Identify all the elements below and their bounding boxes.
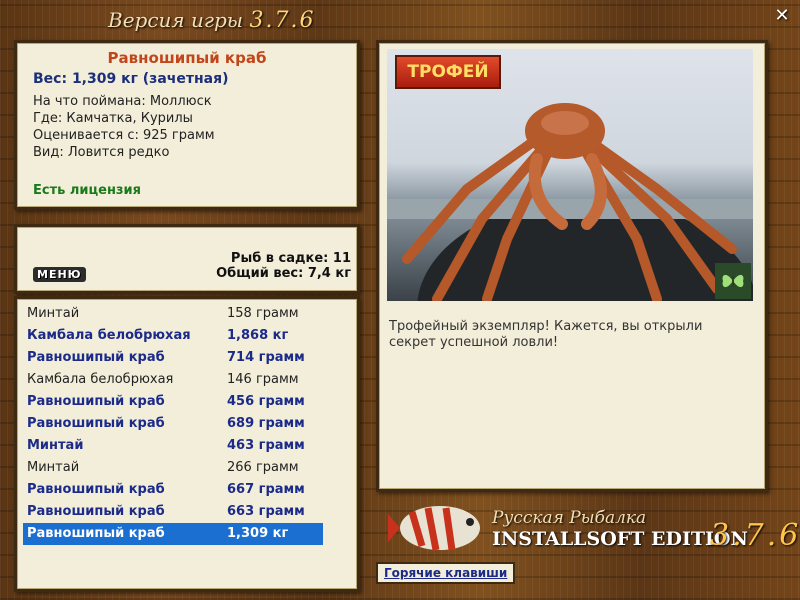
fish-count: Рыб в садке: 11	[230, 251, 351, 266]
catch-name: Минтай	[27, 438, 84, 453]
fish-logo-icon	[388, 506, 480, 551]
hotkeys-link[interactable]: Горячие клавиши	[376, 562, 516, 584]
catch-name: Равношипый краб	[27, 350, 165, 365]
brand-logo: Русская Рыбалка INSTALLSOFT EDITION 3.7.…	[380, 488, 800, 568]
catch-row[interactable]: Равношипый краб 689 грамм	[23, 413, 323, 435]
catch-weight: 158 грамм	[227, 306, 299, 321]
title-version: 3.7.6	[249, 8, 316, 33]
catch-row[interactable]: Равношипый краб 667 грамм	[23, 479, 323, 501]
catch-stats: Рыб в садке: 11 Общий вес: 7,4 кг	[216, 251, 351, 281]
fish-weight: Вес: 1,309 кг (зачетная)	[33, 71, 229, 87]
catch-list: Минтай 158 грамм Камбала белобрюхая 1,868 к…	[14, 296, 360, 592]
catch-weight: 463 грамм	[227, 438, 305, 453]
license-status: Есть лицензия	[33, 183, 141, 198]
info-rated-from: Оценивается с: 925 грамм	[33, 128, 215, 143]
butterfly-icon[interactable]	[715, 263, 751, 299]
title-prefix: Версия игры	[108, 8, 244, 32]
window-title: Версия игры 3.7.6	[108, 8, 315, 36]
catch-row[interactable]: Равношипый краб 456 грамм	[23, 391, 323, 413]
catch-name: Минтай	[27, 306, 80, 321]
fish-info-panel: Равношипый краб Вес: 1,309 кг (зачетная)…	[14, 40, 360, 210]
catch-weight: 714 грамм	[227, 350, 305, 365]
catch-name: Камбала белобрюхая	[27, 328, 191, 343]
catch-weight: 1,309 кг	[227, 526, 289, 541]
catch-row[interactable]: Минтай 158 грамм	[23, 303, 323, 325]
catch-name: Минтай	[27, 460, 80, 475]
catch-name: Равношипый краб	[27, 416, 165, 431]
catch-weight: 266 грамм	[227, 460, 299, 475]
catch-name: Равношипый краб	[27, 504, 165, 519]
fish-name: Равношипый краб	[107, 49, 267, 67]
brand-version: 3.7.6	[710, 518, 800, 553]
catch-row[interactable]: Камбала белобрюхая 146 грамм	[23, 369, 323, 391]
catch-row[interactable]: Камбала белобрюхая 1,868 кг	[23, 325, 323, 347]
catch-name: Равношипый краб	[27, 526, 165, 541]
catch-weight: 663 грамм	[227, 504, 305, 519]
brand-line1: Русская Рыбалка	[492, 508, 647, 528]
menu-panel: МЕНЮ Рыб в садке: 11 Общий вес: 7,4 кг	[14, 224, 360, 294]
catch-weight: 1,868 кг	[227, 328, 289, 343]
catch-row[interactable]: Минтай 266 грамм	[23, 457, 323, 479]
catch-row[interactable]: Минтай 463 грамм	[23, 435, 323, 457]
catch-weight: 689 грамм	[227, 416, 305, 431]
info-location: Где: Камчатка, Курилы	[33, 111, 193, 126]
catch-name: Равношипый краб	[27, 482, 165, 497]
catch-weight: 667 грамм	[227, 482, 305, 497]
catch-weight: 146 грамм	[227, 372, 299, 387]
catch-row[interactable]: Равношипый краб 663 грамм	[23, 501, 323, 523]
info-rarity: Вид: Ловится редко	[33, 145, 170, 160]
info-bait: На что поймана: Моллюск	[33, 94, 212, 109]
menu-button[interactable]: МЕНЮ	[33, 267, 86, 282]
total-weight: Общий вес: 7,4 кг	[216, 266, 351, 281]
catch-weight: 456 грамм	[227, 394, 305, 409]
close-icon[interactable]: ✕	[772, 6, 792, 26]
trophy-description: Трофейный экземпляр! Кажется, вы открыли…	[389, 319, 703, 350]
catch-row[interactable]: Равношипый краб 714 грамм	[23, 347, 323, 369]
trophy-badge: ТРОФЕЙ	[395, 55, 501, 89]
photo-panel: ТРОФЕЙ Трофейный экземпляр! Кажется, вы …	[376, 40, 768, 492]
catch-name: Равношипый краб	[27, 394, 165, 409]
catch-name: Камбала белобрюхая	[27, 372, 174, 387]
crab-photo: ТРОФЕЙ	[387, 49, 753, 301]
catch-row[interactable]: Равношипый краб 1,309 кг	[23, 523, 323, 545]
